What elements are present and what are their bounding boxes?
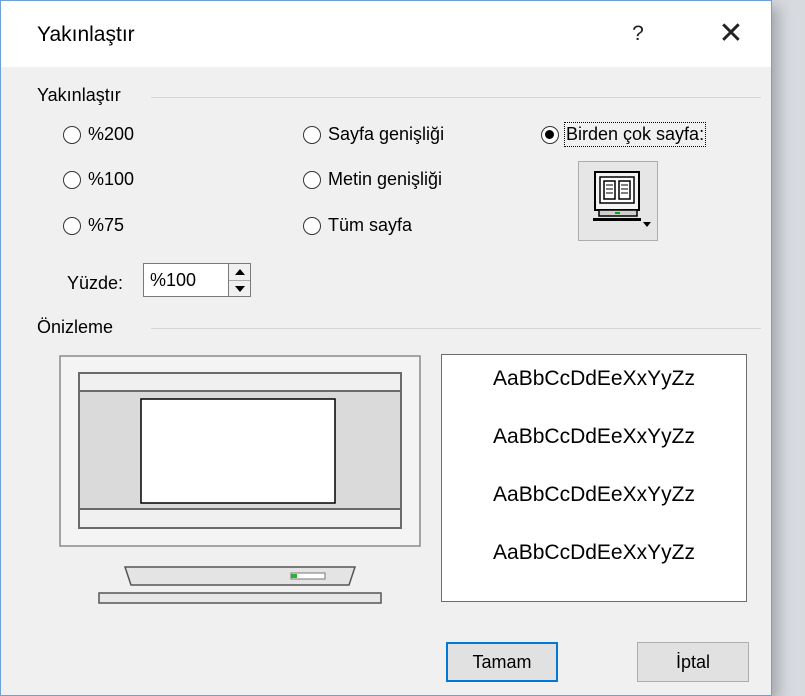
radio-200[interactable]: %200 [63,124,134,145]
radio-whole-page-label: Tüm sayfa [328,215,413,235]
radio-200-circle[interactable] [63,125,81,144]
radio-page-width-label: Sayfa genişliği [328,124,445,144]
cancel-button[interactable]: İptal [637,642,749,682]
radio-75-circle[interactable] [63,216,81,235]
zoom-group-divider [151,97,761,98]
radio-page-width-circle[interactable] [303,125,321,144]
monitor-preview-icon [59,355,421,604]
close-button[interactable]: ✕ [711,17,751,51]
sample-text-2: AaBbCcDdEeXxYyZz [493,425,695,448]
zoom-group-label: Yakınlaştır [37,85,129,106]
sample-text-3: AaBbCcDdEeXxYyZz [493,483,695,506]
percent-spinner[interactable] [229,263,251,297]
monitor-pages-icon [593,171,651,227]
radio-whole-page-circle[interactable] [303,216,321,235]
radio-75[interactable]: %75 [63,215,124,236]
dialog-title: Yakınlaştır [37,23,135,46]
zoom-dialog: Yakınlaştır ? ✕ Yakınlaştır %200 %100 %7… [0,0,772,696]
sample-text-4: AaBbCcDdEeXxYyZz [493,541,695,564]
percent-input[interactable] [143,263,229,297]
radio-75-label: %75 [88,215,125,235]
ok-button[interactable]: Tamam [446,642,558,682]
preview-sample-box: AaBbCcDdEeXxYyZz AaBbCcDdEeXxYyZz AaBbCc… [441,354,747,602]
preview-group-divider [151,328,761,329]
radio-many-pages[interactable]: Birden çok sayfa: [541,122,707,147]
radio-whole-page[interactable]: Tüm sayfa [303,215,412,236]
many-pages-picker-button[interactable] [578,161,658,241]
radio-many-pages-label: Birden çok sayfa: [563,122,707,147]
title-bar: Yakınlaştır ? ✕ [1,1,771,67]
percent-label: Yüzde: [67,273,124,293]
radio-200-label: %200 [88,124,135,144]
radio-page-width[interactable]: Sayfa genişliği [303,124,444,145]
radio-text-width-label: Metin genişliği [328,169,443,189]
radio-many-pages-circle[interactable] [541,125,559,144]
help-button[interactable]: ? [623,19,653,49]
spinner-up-icon[interactable] [229,264,250,281]
spinner-down-icon[interactable] [229,281,250,297]
radio-text-width-circle[interactable] [303,170,321,189]
radio-100[interactable]: %100 [63,169,134,190]
radio-100-label: %100 [88,169,135,189]
preview-group-label: Önizleme [37,317,122,338]
sample-text-1: AaBbCcDdEeXxYyZz [493,367,695,390]
radio-text-width[interactable]: Metin genişliği [303,169,442,190]
radio-100-circle[interactable] [63,170,81,189]
